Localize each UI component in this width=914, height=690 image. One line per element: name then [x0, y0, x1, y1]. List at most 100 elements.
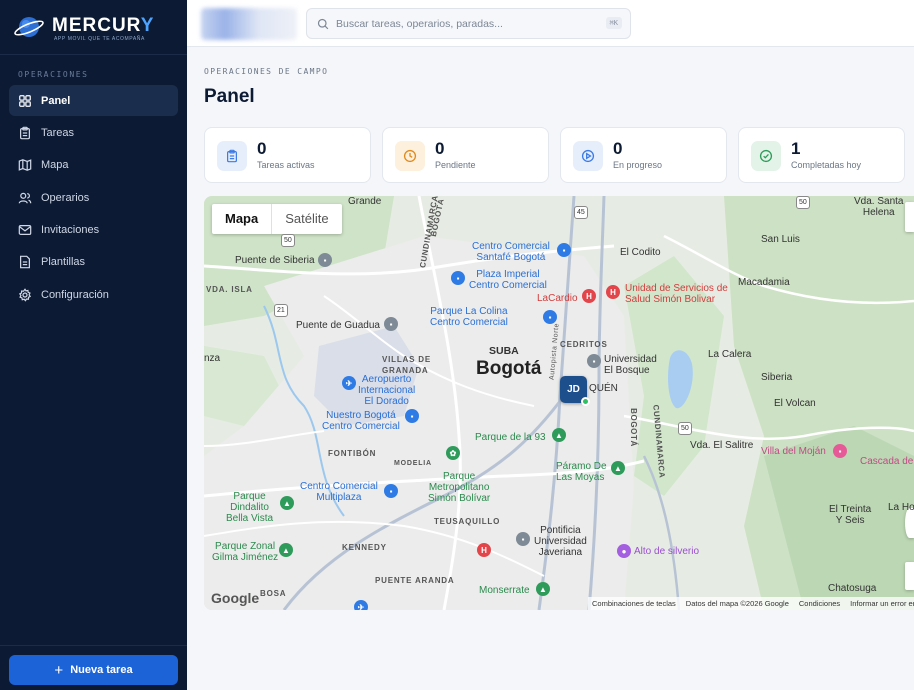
map-label: El Volcan: [774, 398, 816, 409]
check-circle-icon: [759, 149, 773, 163]
map-label: nza: [204, 353, 221, 364]
sidebar-item-mapa[interactable]: Mapa: [9, 150, 178, 181]
sidebar-item-configuracion[interactable]: Configuración: [9, 279, 178, 310]
search-input[interactable]: [336, 17, 606, 30]
map-label: Universidad El Bosque: [604, 354, 657, 376]
map-label: VILLAS DE GRANADA: [382, 355, 431, 375]
shopping-pin-icon[interactable]: ▪: [384, 484, 398, 498]
sidebar-item-label: Configuración: [41, 288, 109, 301]
map-attribution: Combinaciones de teclas Datos del mapa ©…: [588, 597, 914, 610]
map-label: El Codito: [620, 247, 661, 258]
map-label: Alto de silverio: [634, 546, 700, 557]
blurred-account-area[interactable]: [201, 8, 297, 40]
brand-tagline: APP MOVIL QUE TE ACOMPAÑA: [54, 36, 145, 42]
park-pin-icon[interactable]: ✿: [446, 446, 460, 460]
new-task-button[interactable]: + Nueva tarea: [9, 655, 178, 685]
map-label: MODELIA: [394, 460, 432, 467]
divider: [0, 645, 187, 646]
map-tab-satelite[interactable]: Satélite: [271, 204, 341, 234]
park-pin-icon[interactable]: ▲: [536, 582, 550, 596]
map-label: Parque de la 93: [475, 432, 546, 443]
stat-label: En progreso: [613, 160, 663, 170]
keyboard-shortcuts-link[interactable]: Combinaciones de teclas: [592, 599, 676, 608]
map-label: Vda. El Salitre: [690, 440, 754, 451]
map-view[interactable]: Mapa Satélite Grande Vda. Santa Helena E…: [204, 196, 914, 610]
map-label: Aeropuerto Internacional El Dorado: [358, 374, 416, 407]
map-label: Monserrate: [479, 585, 530, 596]
topbar: ⌘K: [187, 0, 914, 47]
sidebar-item-tareas[interactable]: Tareas: [9, 117, 178, 148]
brand-logo[interactable]: MERCURY APP MOVIL QUE TE ACOMPAÑA: [14, 12, 174, 44]
operator-marker[interactable]: JD: [560, 376, 590, 406]
sidebar-item-invitaciones[interactable]: Invitaciones: [9, 215, 178, 246]
map-label: Villa del Moján: [761, 446, 826, 457]
map-label: VDA. ISLA: [206, 285, 253, 294]
map-label: Macadamia: [738, 277, 790, 288]
stat-label: Tareas activas: [257, 160, 315, 170]
university-pin-icon[interactable]: ▪: [587, 354, 601, 368]
map-label: El Treinta Y Seis: [829, 504, 872, 526]
users-icon: [18, 192, 32, 204]
map-label: Puente de Guadua: [296, 320, 380, 331]
shopping-pin-icon[interactable]: ▪: [451, 271, 465, 285]
stat-card-active-tasks[interactable]: 0 Tareas activas: [204, 127, 371, 183]
stat-icon-box: [751, 141, 781, 171]
shopping-pin-icon[interactable]: ▪: [405, 409, 419, 423]
map-label: Vda. Santa Helena: [854, 196, 904, 218]
new-task-label: Nueva tarea: [70, 664, 133, 676]
map-label: Siberia: [761, 372, 793, 383]
sidebar-item-label: Invitaciones: [41, 224, 100, 237]
fullscreen-control[interactable]: [905, 202, 914, 232]
mail-icon: [18, 225, 32, 236]
sidebar-item-label: Plantillas: [41, 256, 86, 269]
park-pin-icon[interactable]: ▲: [279, 543, 293, 557]
stat-icon-box: [573, 141, 603, 171]
map-tab-mapa[interactable]: Mapa: [212, 204, 271, 234]
stat-card-pending[interactable]: 0 Pendiente: [382, 127, 549, 183]
hotel-pin-icon[interactable]: ▪: [833, 444, 847, 458]
airport-pin-icon[interactable]: ✈: [354, 600, 368, 610]
hospital-pin-icon[interactable]: H: [477, 543, 491, 557]
sidebar-item-operarios[interactable]: Operarios: [9, 182, 178, 213]
hospital-pin-icon[interactable]: H: [606, 285, 620, 299]
sidebar-item-plantillas[interactable]: Plantillas: [9, 247, 178, 278]
shopping-pin-icon[interactable]: ▪: [557, 243, 571, 257]
stat-icon-box: [395, 141, 425, 171]
shopping-pin-icon[interactable]: ▪: [543, 310, 557, 324]
stat-card-completed-today[interactable]: 1 Completadas hoy: [738, 127, 905, 183]
map-label: Unidad de Servicios de Salud Simón Boliv…: [625, 283, 728, 305]
map-label: Chatosuga: [828, 583, 877, 594]
map-label: La Calera: [708, 349, 752, 360]
landmark-pin-icon[interactable]: ▪: [384, 317, 398, 331]
map-label: KENNEDY: [342, 543, 387, 552]
sidebar-item-label: Mapa: [41, 159, 69, 172]
map-type-toggle: Mapa Satélite: [212, 204, 342, 234]
dashboard-icon: [19, 94, 31, 107]
map-label: Puente de Siberia: [235, 255, 315, 266]
map-label: Parque La Colina Centro Comercial: [430, 306, 508, 328]
map-label: Nuestro Bogotá Centro Comercial: [322, 410, 400, 432]
park-pin-icon[interactable]: ▲: [280, 496, 294, 510]
sidebar-item-label: Panel: [41, 94, 71, 107]
sidebar-item-panel[interactable]: Panel: [9, 85, 178, 116]
operator-initials: JD: [567, 384, 580, 395]
stat-card-in-progress[interactable]: 0 En progreso: [560, 127, 727, 183]
viewpoint-pin-icon[interactable]: ●: [617, 544, 631, 558]
pegman-control[interactable]: [905, 562, 914, 590]
map-label: PUENTE ARANDA: [375, 576, 455, 585]
terms-link[interactable]: Condiciones: [799, 599, 840, 608]
stat-value: 0: [613, 139, 623, 158]
airport-pin-icon[interactable]: ✈: [342, 376, 356, 390]
report-error-link[interactable]: Informar un error en e: [850, 599, 914, 608]
stat-icon-box: [217, 141, 247, 171]
university-pin-icon[interactable]: ▪: [516, 532, 530, 546]
document-icon: [20, 256, 30, 269]
search-icon: [317, 18, 329, 29]
park-pin-icon[interactable]: ▲: [552, 428, 566, 442]
hospital-pin-icon[interactable]: H: [582, 289, 596, 303]
clock-icon: [403, 149, 417, 163]
park-pin-icon[interactable]: ▲: [611, 461, 625, 475]
search-box[interactable]: ⌘K: [306, 8, 631, 39]
landmark-pin-icon[interactable]: ▪: [318, 253, 332, 267]
map-label: Parque Zonal Gilma Jiménez: [212, 541, 279, 563]
